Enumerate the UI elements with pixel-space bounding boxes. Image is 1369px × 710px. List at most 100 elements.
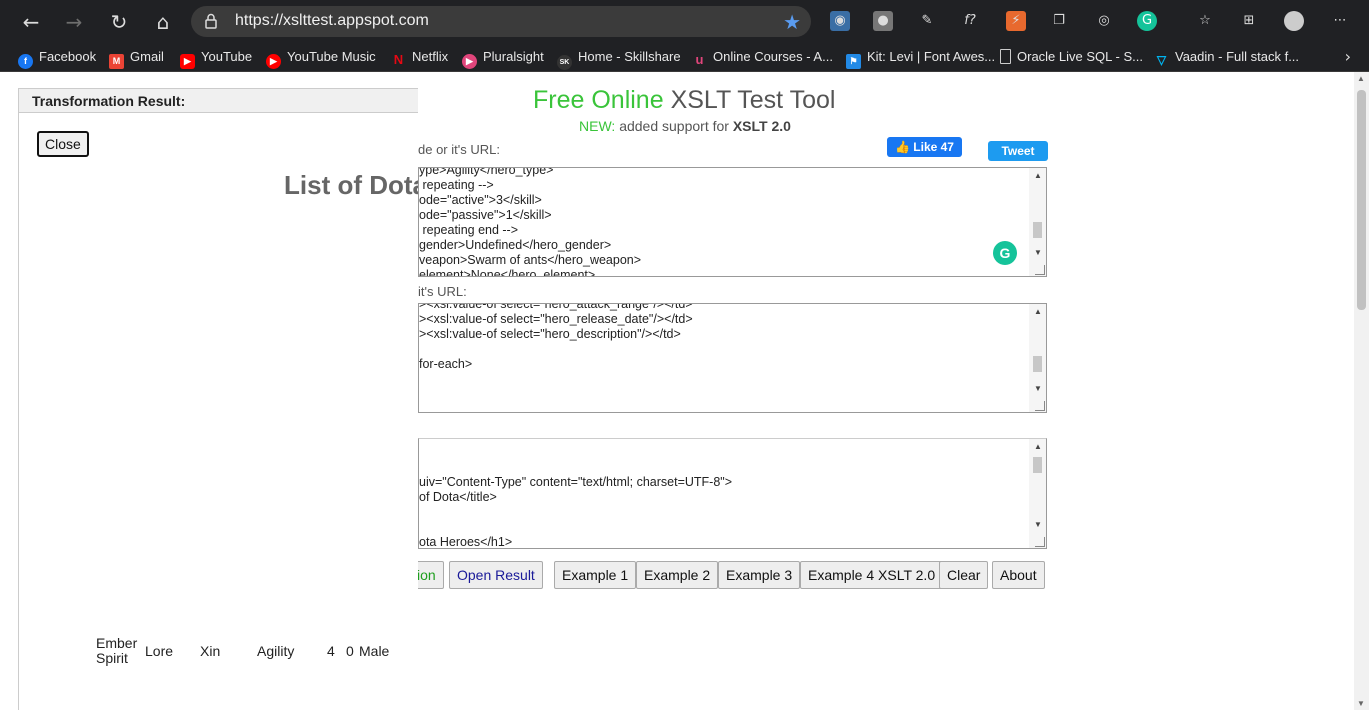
page-content: Transformation Result: Close List of Dot… — [0, 72, 1369, 710]
out-line — [419, 520, 732, 535]
url-text: https://xslttest.appspot.com — [235, 12, 429, 29]
out-line — [419, 460, 732, 475]
close-button[interactable]: Close — [37, 131, 89, 157]
like-label: Like 47 — [913, 140, 954, 154]
page-icon — [1000, 49, 1011, 64]
home-icon[interactable]: ⌂ — [150, 9, 176, 35]
bookmark-udemy[interactable]: u Online Courses - A... — [692, 47, 833, 67]
result-cell-name-line: Ember — [96, 635, 138, 651]
scroll-down-icon[interactable]: ▼ — [1357, 699, 1365, 708]
xsl-input[interactable]: ><xsl:value-of select="hero_attack_range… — [418, 303, 1047, 413]
output-code: uiv="Content-Type" content="text/html; c… — [419, 445, 733, 549]
skillshare-icon: SK — [557, 55, 572, 70]
xml-line: repeating end --> — [419, 223, 519, 237]
forward-icon[interactable]: → — [61, 9, 87, 35]
bookmark-netflix[interactable]: N Netflix — [391, 47, 448, 67]
page-scrollbar[interactable]: ▲ ▼ — [1354, 72, 1369, 710]
output-scrollbar[interactable]: ▲ ▼ — [1029, 439, 1046, 548]
scroll-up-icon[interactable]: ▲ — [1357, 74, 1365, 83]
tweet-button[interactable]: Tweet — [988, 141, 1048, 161]
favorites-icon[interactable]: ☆ — [1195, 11, 1215, 31]
back-icon[interactable]: ← — [18, 9, 44, 35]
scroll-down-icon[interactable]: ▼ — [1034, 520, 1042, 529]
xsl-line: ><xsl:value-of select="hero_attack_range… — [419, 303, 693, 311]
out-line: uiv="Content-Type" content="text/html; c… — [419, 475, 733, 489]
bookmark-label: Home - Skillshare — [578, 49, 681, 64]
example-2-button[interactable]: Example 2 — [636, 561, 719, 589]
bookmark-label: YouTube — [201, 49, 253, 64]
youtube-music-icon: ▶ — [266, 54, 281, 69]
xml-line: veapon>Swarm of ants</hero_weapon> — [419, 253, 642, 267]
output-textarea[interactable]: uiv="Content-Type" content="text/html; c… — [418, 438, 1047, 549]
xml-scrollbar[interactable]: ▲ ▼ — [1029, 168, 1046, 276]
extension-cards-icon[interactable]: ❐ — [1049, 11, 1069, 31]
extension-owl-icon[interactable]: ◉ — [830, 11, 850, 31]
xml-input[interactable]: ype>Agility</hero_type> repeating --> ode… — [418, 167, 1047, 277]
thumbs-up-icon: 👍 — [895, 140, 914, 154]
resize-handle[interactable] — [1035, 265, 1045, 275]
address-bar[interactable]: https://xslttest.appspot.com ★ — [191, 6, 811, 37]
extension-bulb-icon[interactable]: ● — [873, 11, 893, 31]
grammarly-icon[interactable]: G — [993, 241, 1017, 265]
title-rest: XSLT Test Tool — [663, 86, 836, 114]
scroll-up-icon[interactable]: ▲ — [1034, 442, 1042, 451]
example-4-button[interactable]: Example 4 XSLT 2.0 — [800, 561, 944, 589]
result-title: List of Dota — [284, 170, 427, 200]
bookmark-gmail[interactable]: M Gmail — [109, 47, 164, 69]
clear-button[interactable]: Clear — [939, 561, 989, 589]
page-title: Free Online XSLT Test Tool — [533, 86, 836, 115]
result-cell: Lore — [145, 643, 174, 659]
grammarly-extension-icon[interactable]: G — [1137, 11, 1157, 31]
facebook-like-button[interactable]: 👍 Like 47 — [887, 137, 962, 157]
scroll-down-icon[interactable]: ▼ — [1034, 248, 1042, 257]
browser-toolbar: ← → ↻ ⌂ https://xslttest.appspot.com ★ ◉… — [0, 0, 1369, 43]
example-3-button[interactable]: Example 3 — [718, 561, 801, 589]
result-cell: 0 — [346, 643, 354, 659]
bookmark-label: Netflix — [412, 49, 449, 64]
xml-line: element>None</hero_element> — [419, 268, 596, 277]
bookmark-oracle[interactable]: Oracle Live SQL - S... — [1000, 47, 1143, 67]
favorite-star-icon[interactable]: ★ — [783, 10, 801, 34]
scroll-down-icon[interactable]: ▼ — [1034, 384, 1042, 393]
extension-pen-icon[interactable]: ✎ — [917, 11, 937, 31]
pluralsight-icon: ▶ — [462, 54, 477, 69]
flag-icon: ⚑ — [846, 54, 861, 69]
open-result-button[interactable]: Open Result — [449, 561, 543, 589]
extension-camera-icon[interactable]: ◎ — [1094, 11, 1114, 31]
more-menu-icon[interactable]: ⋯ — [1330, 11, 1350, 31]
resize-handle[interactable] — [1035, 537, 1045, 547]
facebook-icon: f — [18, 54, 33, 69]
xslt-tool: Free Online XSLT Test Tool NEW: added su… — [418, 72, 1354, 710]
transformation-button[interactable]: ion — [418, 561, 444, 589]
out-line: ota Heroes</h1> — [419, 535, 513, 549]
scroll-up-icon[interactable]: ▲ — [1034, 171, 1042, 180]
collections-icon[interactable]: ⊞ — [1239, 11, 1259, 31]
scrollbar-thumb[interactable] — [1357, 90, 1366, 310]
result-cell-name-line: Spirit — [96, 650, 128, 666]
bookmark-vaadin[interactable]: ▽ Vaadin - Full stack f... — [1154, 47, 1299, 67]
refresh-icon[interactable]: ↻ — [106, 9, 132, 35]
about-button[interactable]: About — [992, 561, 1045, 589]
scroll-up-icon[interactable]: ▲ — [1034, 307, 1042, 316]
bookmark-skillshare[interactable]: SK Home - Skillshare — [557, 47, 681, 70]
bookmark-facebook[interactable]: f Facebook — [18, 47, 96, 69]
bookmark-youtube-music[interactable]: ▶ YouTube Music — [266, 47, 376, 69]
xml-line: ode="passive">1</skill> — [419, 208, 552, 222]
extension-font-icon[interactable]: f? — [960, 11, 980, 31]
xsl-scrollbar[interactable]: ▲ ▼ — [1029, 304, 1046, 412]
bookmark-label: Gmail — [130, 49, 164, 64]
xml-line: ype>Agility</hero_type> — [419, 167, 554, 177]
bookmark-font-awesome[interactable]: ⚑ Kit: Levi | Font Awes... — [846, 47, 995, 69]
scrollbar-thumb[interactable] — [1033, 356, 1042, 372]
scrollbar-thumb[interactable] — [1033, 457, 1042, 473]
xml-label: de or it's URL: — [418, 142, 500, 157]
example-1-button[interactable]: Example 1 — [554, 561, 637, 589]
out-line — [419, 505, 732, 520]
extension-orange-icon[interactable]: ⚡ — [1006, 11, 1026, 31]
resize-handle[interactable] — [1035, 401, 1045, 411]
scrollbar-thumb[interactable] — [1033, 222, 1042, 238]
bookmark-pluralsight[interactable]: ▶ Pluralsight — [462, 47, 544, 69]
chevron-right-icon[interactable]: › — [1345, 47, 1351, 66]
bookmark-youtube[interactable]: ▶ YouTube — [180, 47, 253, 69]
avatar[interactable] — [1284, 11, 1304, 31]
